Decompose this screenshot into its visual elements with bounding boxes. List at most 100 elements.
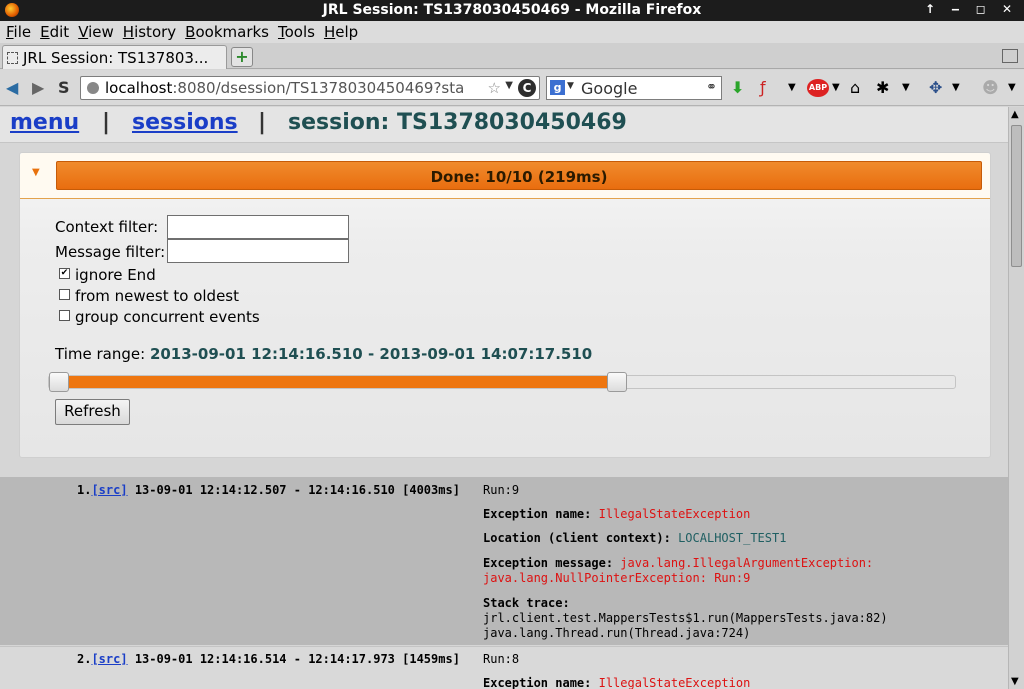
menu-edit[interactable]: Edit: [34, 21, 72, 41]
exception-name-row: Exception name: IllegalStateException: [483, 676, 750, 689]
result-times: 13-09-01 12:14:12.507 - 12:14:16.510 [40…: [134, 483, 460, 497]
progress-bar: Done: 10/10 (219ms): [56, 161, 982, 190]
greasemonkey-icon[interactable]: ☻: [982, 78, 999, 97]
download-icon[interactable]: ⬇: [731, 78, 744, 97]
slider-start-handle[interactable]: [49, 372, 69, 392]
exception-message-line1: java.lang.IllegalArgumentException:: [620, 556, 874, 570]
result-index: 1.: [77, 483, 92, 497]
filter-panel: ▼ Done: 10/10 (219ms) Context filter: Me…: [19, 152, 991, 458]
location-value: LOCALHOST_TEST1: [678, 531, 787, 545]
menu-tools[interactable]: Tools: [272, 21, 318, 41]
header-separator: |: [102, 110, 111, 135]
ignore-end-option[interactable]: ✔ ignore End: [59, 266, 156, 284]
stack-trace-line2: java.lang.Thread.run(Thread.java:724): [483, 626, 751, 640]
exception-message-key: Exception message:: [483, 556, 614, 570]
time-range-label: Time range:: [55, 345, 146, 363]
menu-bookmarks[interactable]: Bookmarks: [179, 21, 272, 41]
s-addon-icon[interactable]: S: [58, 78, 70, 97]
firebug-icon[interactable]: ✱: [876, 78, 889, 97]
firebug-dropdown-icon[interactable]: ▼: [902, 82, 910, 93]
scrollbar-thumb[interactable]: [1011, 125, 1022, 267]
window-title: JRL Session: TS1378030450469 - Mozilla F…: [322, 2, 702, 18]
globe-icon: [87, 82, 99, 94]
forward-arrow-icon[interactable]: ▶: [32, 78, 44, 97]
ignore-end-checkbox[interactable]: ✔: [59, 268, 70, 279]
url-dropdown-icon[interactable]: ▼: [505, 80, 513, 91]
message-filter-input[interactable]: [167, 239, 349, 263]
bookmark-star-icon[interactable]: ☆: [485, 79, 501, 97]
search-engine-dropdown-icon[interactable]: ▼: [567, 81, 574, 91]
context-filter-label: Context filter:: [55, 218, 159, 236]
scroll-up-icon[interactable]: ▲: [1011, 109, 1019, 120]
time-range-value: 2013-09-01 12:14:16.510 - 2013-09-01 14:…: [149, 345, 593, 363]
menu-file[interactable]: File: [0, 21, 34, 41]
time-range-slider[interactable]: [48, 372, 956, 392]
tab-jrl-session[interactable]: JRL Session: TS137803...: [2, 45, 227, 69]
result-run: Run:8: [483, 652, 520, 666]
adblock-dropdown-icon[interactable]: ▼: [832, 82, 840, 93]
google-icon[interactable]: g: [550, 80, 565, 95]
header-separator: |: [258, 110, 267, 135]
result-header: 1.[src] 13-09-01 12:14:12.507 - 12:14:16…: [77, 483, 460, 497]
result-run: Run:9: [483, 483, 520, 497]
window-controls[interactable]: ↑ ‒ ◻ ✕: [925, 2, 1018, 16]
back-arrow-icon[interactable]: ◀: [6, 78, 18, 97]
time-range: Time range: 2013-09-01 12:14:16.510 - 20…: [55, 345, 592, 363]
greasemonkey-dropdown-icon[interactable]: ▼: [1008, 82, 1016, 93]
slider-selected-range: [59, 376, 618, 388]
group-concurrent-option[interactable]: group concurrent events: [59, 308, 260, 326]
exception-name-key: Exception name:: [483, 676, 592, 689]
new-tab-button[interactable]: +: [231, 47, 253, 67]
slider-end-handle[interactable]: [607, 372, 628, 392]
tab-bar: JRL Session: TS137803... +: [0, 43, 1024, 69]
src-link[interactable]: [src]: [91, 483, 127, 497]
scroll-down-icon[interactable]: ▼: [1011, 676, 1019, 687]
exception-message-line2: java.lang.NullPointerException: Run:9: [483, 571, 751, 585]
menu-help[interactable]: Help: [318, 21, 361, 41]
exception-message-row: Exception message: java.lang.IllegalArgu…: [483, 556, 873, 570]
result-times: 13-09-01 12:14:16.514 - 12:14:17.973 [14…: [134, 652, 460, 666]
newest-to-oldest-checkbox[interactable]: [59, 289, 70, 300]
location-key: Location (client context):: [483, 531, 671, 545]
exception-name-key: Exception name:: [483, 507, 592, 521]
location-row: Location (client context): LOCALHOST_TES…: [483, 531, 786, 545]
url-bar[interactable]: localhost:8080/dsession/TS1378030450469?…: [80, 76, 540, 100]
group-concurrent-checkbox[interactable]: [59, 310, 70, 321]
src-link[interactable]: [src]: [91, 652, 127, 666]
context-filter-input[interactable]: [167, 215, 349, 239]
network-icon[interactable]: ✥: [929, 78, 942, 97]
page-scrollbar[interactable]: ▲ ▼: [1008, 107, 1024, 689]
message-filter-label: Message filter:: [55, 243, 166, 261]
page-header: menu | sessions | session: TS13780304504…: [0, 107, 1008, 143]
exception-name-row: Exception name: IllegalStateException: [483, 507, 750, 521]
panel-header: ▼ Done: 10/10 (219ms): [20, 153, 990, 199]
menu-history[interactable]: History: [117, 21, 179, 41]
network-dropdown-icon[interactable]: ▼: [952, 82, 960, 93]
url-host: localhost: [105, 79, 173, 97]
binoculars-icon[interactable]: ⚭: [706, 80, 717, 95]
adblock-icon[interactable]: ABP: [807, 79, 829, 97]
collapse-triangle-icon[interactable]: ▼: [32, 167, 40, 178]
result-entry: 1.[src] 13-09-01 12:14:12.507 - 12:14:16…: [0, 477, 1008, 645]
exception-name-value: IllegalStateException: [598, 507, 751, 521]
refresh-button[interactable]: Refresh: [55, 399, 130, 425]
newest-to-oldest-option[interactable]: from newest to oldest: [59, 287, 239, 305]
exception-name-value: IllegalStateException: [598, 676, 751, 689]
group-concurrent-label: group concurrent events: [75, 308, 260, 326]
function-dropdown-icon[interactable]: ▼: [788, 82, 796, 93]
stack-trace-key: Stack trace:: [483, 596, 570, 610]
reload-icon[interactable]: C: [518, 79, 536, 97]
menu-link[interactable]: menu: [10, 110, 79, 135]
search-bar[interactable]: g ▼ Google ⚭: [546, 76, 722, 100]
function-addon-icon[interactable]: ƒ: [760, 78, 766, 97]
newest-to-oldest-label: from newest to oldest: [75, 287, 239, 305]
menu-view[interactable]: View: [72, 21, 117, 41]
home-icon[interactable]: ⌂: [850, 78, 860, 97]
url-path: :8080/dsession/TS1378030450469?sta: [172, 79, 465, 97]
firefox-window: JRL Session: TS1378030450469 - Mozilla F…: [0, 0, 1024, 689]
navigation-toolbar: ◀ ▶ S localhost:8080/dsession/TS13780304…: [0, 70, 1024, 106]
tab-label: JRL Session: TS137803...: [23, 49, 209, 67]
sessions-link[interactable]: sessions: [132, 110, 238, 135]
result-index: 2.: [77, 652, 92, 666]
tab-groups-icon[interactable]: [1002, 49, 1018, 63]
